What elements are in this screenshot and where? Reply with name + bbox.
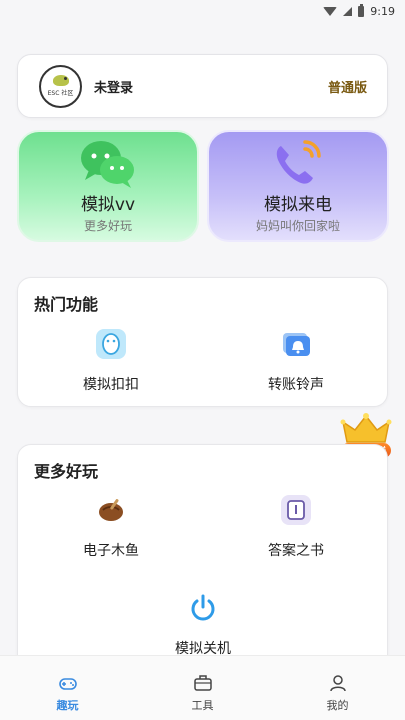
avatar[interactable]: ESC 社区 xyxy=(39,64,82,108)
feature-card-call[interactable]: 模拟来电 妈妈叫你回家啦 xyxy=(207,130,389,242)
nav-label: 工具 xyxy=(191,699,214,712)
tool-label: 电子木鱼 xyxy=(83,543,139,559)
bird-logo-icon xyxy=(52,75,69,86)
status-bar: 9:19 xyxy=(0,0,405,22)
wifi-icon xyxy=(323,6,338,16)
gamepad-icon xyxy=(58,678,77,690)
feature-subtitle: 妈妈叫你回家啦 xyxy=(255,219,340,233)
tool-label: 模拟扣扣 xyxy=(83,377,139,393)
tool-simulate-shutdown[interactable]: 模拟关机 xyxy=(123,592,283,658)
wechat-icon xyxy=(81,141,134,188)
user-icon xyxy=(329,675,346,692)
nav-item-fun[interactable]: 趣玩 xyxy=(0,656,135,720)
tool-wooden-fish[interactable]: 电子木鱼 xyxy=(31,494,191,560)
power-icon xyxy=(191,594,215,621)
bell-icon xyxy=(283,333,310,356)
tool-label: 转账铃声 xyxy=(268,377,324,393)
toolbox-icon xyxy=(193,675,212,691)
nav-label: 我的 xyxy=(326,699,349,712)
avatar-text: ESC 社区 xyxy=(47,90,74,97)
section-title: 更多好玩 xyxy=(34,462,99,481)
tool-label: 答案之书 xyxy=(268,543,324,559)
signal-icon xyxy=(343,6,353,16)
login-status[interactable]: 未登录 xyxy=(94,77,328,96)
feature-subtitle: 更多好玩 xyxy=(83,219,132,233)
battery-icon xyxy=(358,3,365,17)
tool-answer-book[interactable]: 答案之书 xyxy=(216,494,376,560)
version-badge[interactable]: 普通版 xyxy=(328,77,367,96)
nav-item-tools[interactable]: 工具 xyxy=(135,656,270,720)
qq-penguin-icon xyxy=(96,329,126,359)
answer-book-icon xyxy=(281,495,311,525)
tool-simulate-qq[interactable]: 模拟扣扣 xyxy=(31,328,191,394)
bottom-nav: 趣玩 工具 我的 xyxy=(0,655,405,720)
wooden-fish-icon xyxy=(99,499,123,521)
feature-title: 模拟vv xyxy=(80,195,136,215)
phone-call-icon xyxy=(276,140,321,184)
more-section: 更多好玩 电子木鱼 答案之书 模拟关机 xyxy=(17,444,388,674)
nav-item-mine[interactable]: 我的 xyxy=(270,656,405,720)
tool-transfer-ringtone[interactable]: 转账铃声 xyxy=(216,328,376,394)
hot-section: 热门功能 模拟扣扣 转账铃声 xyxy=(17,277,388,407)
feature-title: 模拟来电 xyxy=(264,195,332,215)
nav-label: 趣玩 xyxy=(56,699,79,712)
section-title: 热门功能 xyxy=(34,295,99,314)
status-time: 9:19 xyxy=(370,4,395,18)
profile-card[interactable]: ESC 社区 未登录 普通版 xyxy=(17,54,388,118)
feature-card-vv[interactable]: 模拟vv 更多好玩 xyxy=(17,130,199,242)
